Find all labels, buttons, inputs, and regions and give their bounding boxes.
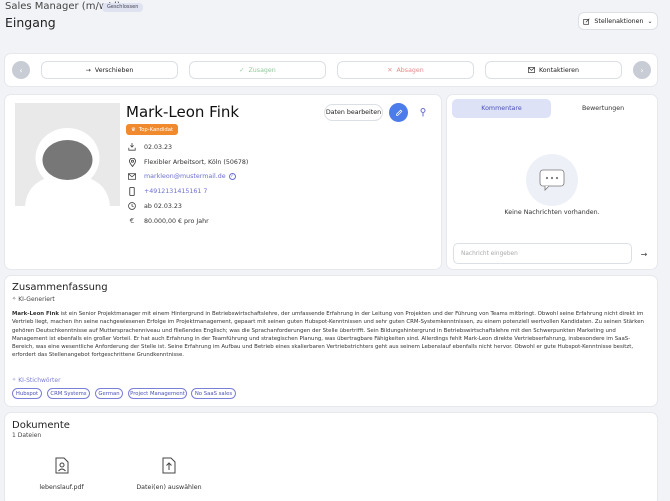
move-label: Verschieben [94, 66, 134, 74]
contact-button[interactable]: Kontaktieren [485, 61, 622, 79]
summary-line: Bereich, was eine wesentliche Anforderun… [12, 344, 634, 351]
summary-line: gehören Deutschkenntnisse auf Mutterspra… [12, 327, 616, 334]
no-messages-text: Keine Nachrichten vorhanden. [504, 209, 600, 216]
sparkle-icon: ✧ [12, 377, 17, 383]
top-candidate-label: Top-Kandidat [138, 126, 174, 133]
edit-data-label: Daten bearbeiten [325, 109, 382, 116]
page-title: Eingang [5, 15, 56, 30]
message-input[interactable]: Nachricht eingeben [453, 243, 632, 264]
ai-generated-label: ✧ KI-Generiert [12, 296, 55, 303]
reject-label: Absagen [396, 66, 424, 74]
crown-icon: ♛ [131, 126, 136, 133]
summary-line: Vertrieb liegt, machen ihn seine nachgew… [12, 319, 644, 326]
location-icon [126, 158, 138, 167]
arrow-right-icon: → [85, 66, 91, 74]
keyword-chip[interactable]: Project Management [128, 388, 187, 399]
status-badge: Geschlossen [102, 3, 144, 12]
documents-title: Dokumente [12, 420, 70, 431]
salary-row: € 80.000,00 € pro Jahr [126, 217, 209, 225]
accept-label: Zusagen [248, 66, 276, 74]
availability: ab 02.03.23 [144, 202, 182, 210]
sparkle-icon: ✧ [12, 296, 17, 302]
chevron-down-icon: ⌄ [647, 17, 653, 25]
pin-icon [420, 107, 426, 117]
accept-button[interactable]: ✓ Zusagen [189, 61, 326, 79]
next-candidate-button[interactable]: › [633, 61, 651, 79]
salary: 80.000,00 € pro Jahr [144, 217, 209, 225]
check-icon: ✓ [239, 66, 245, 74]
contact-label: Kontaktieren [538, 66, 580, 74]
phone-row: +4912131415161 7 [126, 187, 207, 196]
keyword-chip[interactable]: Hubspot [12, 388, 42, 399]
keyword-chip[interactable]: German [95, 388, 123, 399]
pencil-icon [395, 109, 403, 117]
move-button[interactable]: → Verschieben [41, 61, 178, 79]
availability-row: ab 02.03.23 [126, 202, 182, 210]
verified-icon: ✓ [228, 173, 236, 180]
documents-count: 1 Dateien [12, 432, 42, 439]
top-candidate-badge: ♛ Top-Kandidat [126, 124, 179, 135]
ai-keywords-text: KI-Stichwörter [18, 377, 61, 384]
edit-pencil-button[interactable] [389, 103, 408, 122]
summary-line: erfordert das Stellenangebot fortgeschri… [12, 352, 185, 359]
pin-button[interactable] [418, 106, 428, 118]
tab-ratings[interactable]: Bewertungen [556, 99, 650, 118]
document-file[interactable]: lebenslauf.pdf [34, 457, 89, 497]
summary-line-text: ist ein Senior Projektmanager mit einem … [58, 311, 644, 317]
arrow-right-icon: → [640, 249, 648, 259]
inbox-icon [126, 143, 138, 151]
upload-icon [162, 457, 176, 474]
chat-bubble-icon [526, 154, 578, 206]
close-icon: ✕ [387, 66, 393, 74]
date-applied-row: 02.03.23 [126, 143, 172, 151]
candidate-name: Mark-Leon Fink [126, 103, 240, 121]
email-link[interactable]: markleon@mustermail.de [144, 173, 226, 180]
user-document-icon [55, 457, 69, 474]
summary-title: Zusammenfassung [12, 282, 108, 293]
upload-label: Datei(en) auswählen [136, 484, 202, 491]
edit-icon [583, 17, 590, 25]
date-applied: 02.03.23 [144, 143, 173, 151]
clock-icon [126, 202, 138, 210]
ai-keywords-label: ✧ KI-Stichwörter [12, 377, 61, 384]
keyword-chip[interactable]: CRM Systems [47, 388, 90, 399]
avatar [15, 103, 120, 206]
keyword-chip[interactable]: No SaaS sales [191, 388, 236, 399]
tab-comments[interactable]: Kommentare [452, 99, 551, 118]
mail-icon [126, 173, 138, 180]
location: Flexibler Arbeitsort, Köln (50678) [144, 159, 249, 166]
previous-candidate-button[interactable]: ‹ [12, 61, 30, 79]
chevron-left-icon: ‹ [19, 65, 23, 75]
documents-card [5, 413, 657, 501]
email-row: markleon@mustermail.de ✓ [126, 173, 236, 180]
ai-generated-text: KI-Generiert [18, 296, 55, 303]
summary-text: Mark-Leon Fink ist ein Senior Projektman… [12, 310, 652, 360]
chevron-right-icon: › [640, 65, 644, 75]
summary-name: Mark-Leon Fink [12, 311, 59, 317]
euro-icon: € [129, 217, 135, 225]
location-row: Flexibler Arbeitsort, Köln (50678) [126, 158, 248, 167]
summary-line: Mark-Leon Fink ist ein Senior Projektman… [12, 310, 652, 318]
upload-button[interactable]: Datei(en) auswählen [134, 457, 204, 497]
summary-line: Management ist ebenfalls ein großer Vort… [12, 335, 631, 342]
mail-icon [527, 67, 535, 73]
edit-data-button[interactable]: Daten bearbeiten [324, 104, 383, 121]
job-actions-button[interactable]: Stellenaktionen ⌄ [578, 12, 658, 30]
phone-icon [126, 187, 138, 196]
phone-link[interactable]: +4912131415161 7 [144, 188, 207, 195]
send-button[interactable]: → [638, 248, 650, 260]
reject-button[interactable]: ✕ Absagen [337, 61, 474, 79]
document-file-name: lebenslauf.pdf [39, 484, 84, 491]
job-actions-label: Stellenaktionen [594, 17, 644, 25]
